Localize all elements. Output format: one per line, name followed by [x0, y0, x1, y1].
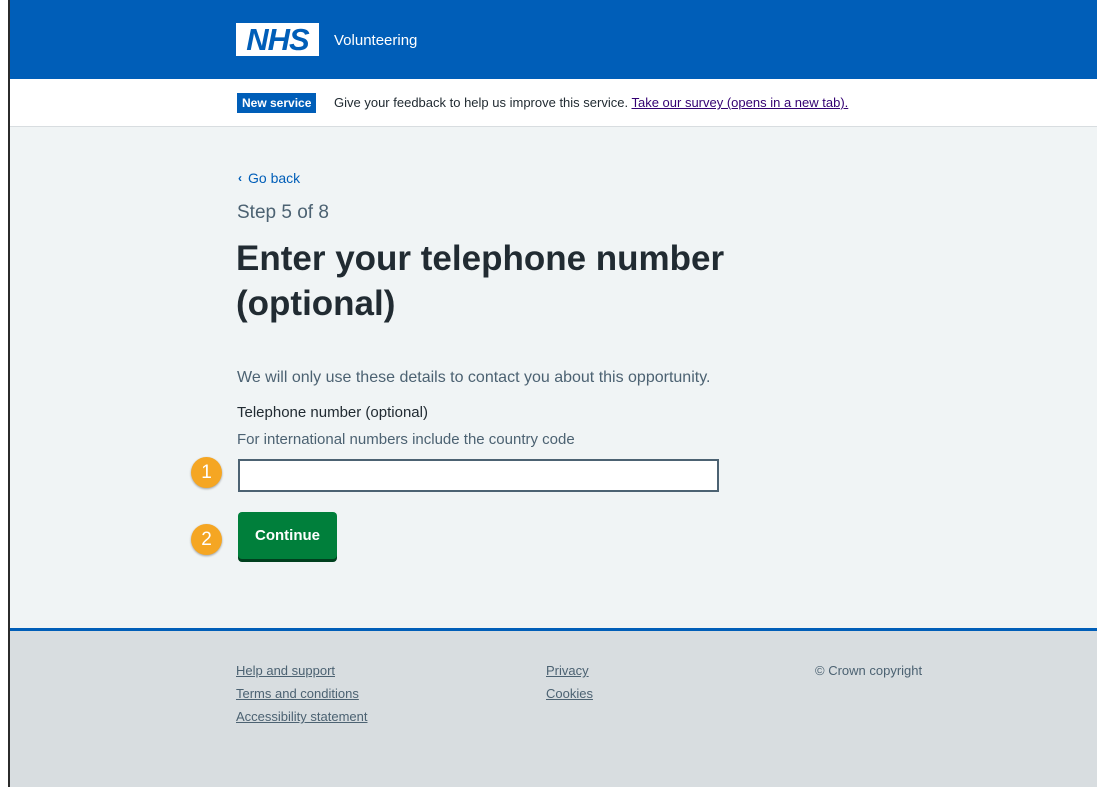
telephone-input[interactable]	[238, 459, 719, 492]
continue-button[interactable]: Continue	[238, 512, 337, 559]
site-footer: Help and support Terms and conditions Ac…	[10, 628, 1097, 787]
step-caption: Step 5 of 8	[237, 202, 329, 223]
phase-banner: New service Give your feedback to help u…	[10, 79, 1097, 127]
telephone-hint: For international numbers include the co…	[237, 431, 575, 448]
copyright: © Crown copyright	[815, 663, 923, 678]
page-title: Enter your telephone number (optional)	[236, 239, 725, 323]
annotation-marker-2: 2	[191, 524, 222, 555]
telephone-label: Telephone number (optional)	[237, 404, 428, 421]
footer-link-accessibility[interactable]: Accessibility statement	[236, 709, 368, 724]
phase-tag: New service	[237, 93, 317, 113]
annotation-marker-1: 1	[191, 457, 222, 488]
chevron-left-icon: ‹	[238, 171, 242, 185]
survey-link[interactable]: Take our survey (opens in a new tab).	[631, 95, 848, 110]
phase-banner-text: Give your feedback to help us improve th…	[334, 95, 848, 110]
site-header: NHS Volunteering	[10, 0, 1097, 79]
browser-frame: NHS Volunteering New service Give your f…	[8, 0, 1097, 787]
footer-link-cookies[interactable]: Cookies	[546, 686, 593, 701]
nhs-logo[interactable]: NHS	[236, 23, 319, 56]
footer-link-help[interactable]: Help and support	[236, 663, 335, 678]
footer-link-terms[interactable]: Terms and conditions	[236, 686, 359, 701]
feedback-text: Give your feedback to help us improve th…	[334, 95, 629, 110]
nhs-logo-text: NHS	[246, 22, 309, 57]
back-link-label: Go back	[248, 170, 301, 186]
intro-text: We will only use these details to contac…	[237, 369, 711, 386]
service-name[interactable]: Volunteering	[334, 32, 417, 49]
back-link[interactable]: ‹ Go back	[238, 170, 300, 186]
footer-link-privacy[interactable]: Privacy	[546, 663, 589, 678]
